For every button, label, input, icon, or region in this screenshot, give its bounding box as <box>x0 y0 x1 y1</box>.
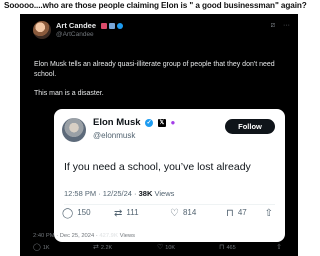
header-actions: ⧄ ··· <box>271 22 290 30</box>
people-icon: ● <box>170 118 176 127</box>
quoted-tweet-text: If you need a school, you’ve lost alread… <box>64 161 251 173</box>
repost-icon: ⇄ <box>114 208 123 219</box>
quoted-views-label: Views <box>154 189 175 198</box>
grok-icon[interactable]: ⧄ <box>271 22 275 29</box>
bookmark-button[interactable]: ⊓ 47 <box>226 208 247 219</box>
x-logo-icon: 𝕏 <box>157 119 166 127</box>
repost-button[interactable]: ⇄ 2.2K <box>93 243 112 251</box>
bookmark-button[interactable]: ⊓ 465 <box>219 243 236 251</box>
quoted-author-name[interactable]: Elon Musk ✓ 𝕏 ● <box>93 117 175 128</box>
follow-button[interactable]: Follow <box>225 119 275 134</box>
outer-views-count: 427.9K <box>99 233 119 239</box>
quoted-tweet-card[interactable]: Elon Musk ✓ 𝕏 ● @elonmusk Follow If you … <box>54 109 285 242</box>
outer-timestamp[interactable]: 2:40 PM · Dec 25, 2024 · <box>33 233 98 239</box>
outer-author-handle[interactable]: @ArtCandee <box>56 31 94 38</box>
like-button[interactable]: ♡ 814 <box>170 208 196 219</box>
cup-emoji-icon <box>109 23 116 30</box>
outer-tweet-text: Elon Musk tells an already quasi-illiter… <box>34 60 289 108</box>
outer-tweet-paragraph: Elon Musk tells an already quasi-illiter… <box>34 61 275 78</box>
share-icon: ⇧ <box>264 208 273 219</box>
reply-button[interactable]: ◯ 1K <box>33 243 50 251</box>
share-icon: ⇧ <box>276 244 282 251</box>
like-icon: ♡ <box>157 244 164 251</box>
avatar[interactable] <box>62 118 86 142</box>
bookmark-icon: ⊓ <box>226 208 234 219</box>
outer-author-name[interactable]: Art Candee <box>56 21 124 30</box>
repost-button[interactable]: ⇄ 111 <box>114 208 139 219</box>
outer-tweet-card: Art Candee @ArtCandee ⧄ ··· Elon Musk te… <box>20 14 298 256</box>
outer-action-bar: ◯ 1K ⇄ 2.2K ♡ 10K ⊓ 465 ⇧ <box>33 243 284 253</box>
like-icon: ♡ <box>170 208 179 219</box>
reply-button[interactable]: ◯ 150 <box>62 208 91 219</box>
repost-icon: ⇄ <box>93 244 99 251</box>
name-emoji-icons <box>101 23 124 30</box>
bookmark-icon: ⊓ <box>219 244 225 251</box>
post-caption: Sooooo....who are those people claiming … <box>4 1 307 10</box>
quoted-tweet-meta: 12:58 PM · 12/25/24 · 38K Views <box>64 189 174 198</box>
verified-badge-icon: ✓ <box>145 119 154 127</box>
quoted-author-handle[interactable]: @elonmusk <box>93 131 135 140</box>
share-button[interactable]: ⇧ <box>265 208 277 219</box>
share-button[interactable]: ⇧ <box>276 243 284 251</box>
outer-tweet-meta: 2:40 PM · Dec 25, 2024 · 427.9K Views <box>33 233 135 239</box>
outer-views-label: Views <box>119 233 136 239</box>
quoted-action-bar: ◯ 150 ⇄ 111 ♡ 814 ⊓ 47 ⇧ <box>62 208 277 222</box>
avatar[interactable] <box>33 21 51 39</box>
more-icon[interactable]: ··· <box>283 22 290 29</box>
like-button[interactable]: ♡ 10K <box>157 243 175 251</box>
outer-tweet-header: Art Candee @ArtCandee ⧄ ··· <box>20 20 298 44</box>
gift-emoji-icon <box>101 23 108 30</box>
quoted-views-count: 38K <box>138 189 153 198</box>
quoted-timestamp[interactable]: 12:58 PM · 12/25/24 · <box>64 189 137 198</box>
verified-badge-icon <box>117 23 124 30</box>
reply-icon: ◯ <box>33 244 41 251</box>
reply-icon: ◯ <box>62 208 74 219</box>
divider <box>64 204 275 205</box>
outer-tweet-paragraph: This man is a disaster. <box>34 90 104 97</box>
